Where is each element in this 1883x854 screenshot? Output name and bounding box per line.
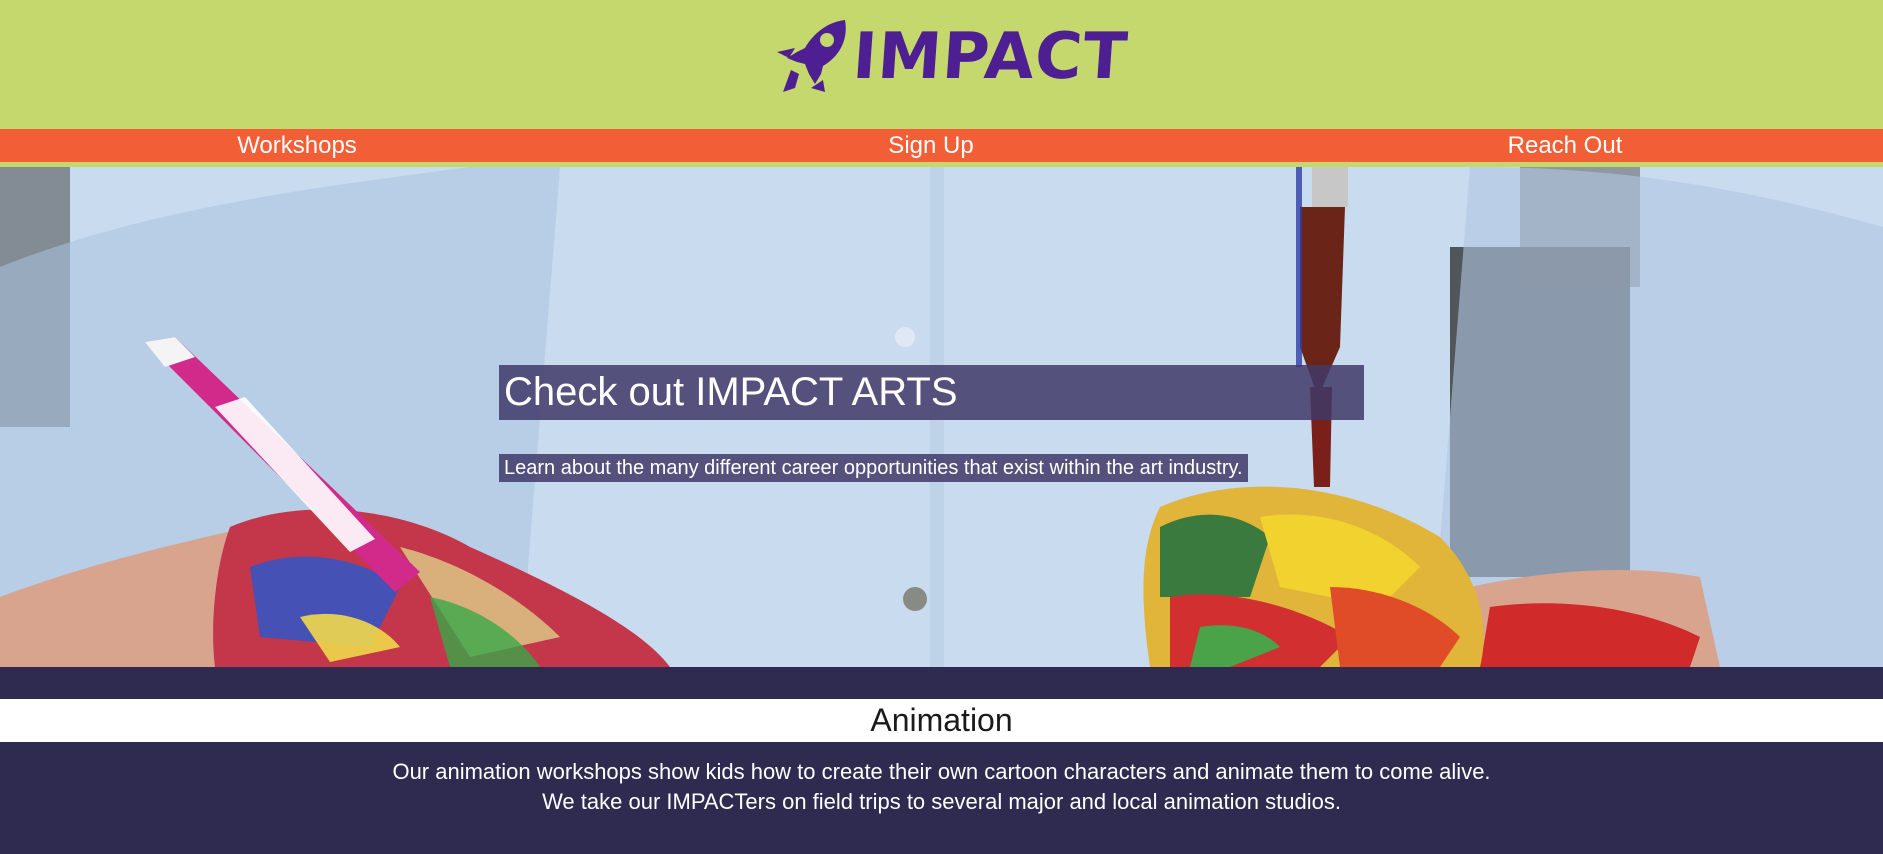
nav-item-workshops[interactable]: Workshops xyxy=(237,129,357,162)
hero-subtitle: Learn about the many different career op… xyxy=(504,457,1243,479)
site-header: IMPACT xyxy=(0,0,1883,129)
section-spacer xyxy=(0,667,1883,699)
hero-banner: Check out IMPACT ARTS Learn about the ma… xyxy=(0,167,1883,667)
logo-wordmark: IMPACT xyxy=(850,20,1131,94)
section-title: Animation xyxy=(870,702,1013,738)
site-logo[interactable]: IMPACT xyxy=(775,18,1131,96)
main-nav: Workshops Sign Up Reach Out xyxy=(0,129,1883,162)
section-text-line: Our animation workshops show kids how to… xyxy=(392,759,1491,784)
section-text-line: We take our IMPACTers on field trips to … xyxy=(542,789,1341,814)
hero-title: Check out IMPACT ARTS xyxy=(504,370,958,414)
section-title-bar: Animation xyxy=(0,699,1883,742)
rocket-icon xyxy=(777,20,846,92)
hero-title-box: Check out IMPACT ARTS xyxy=(499,365,1364,420)
hero-subtitle-box: Learn about the many different career op… xyxy=(499,454,1248,482)
section-body: Our animation workshops show kids how to… xyxy=(0,742,1883,854)
nav-item-reach-out[interactable]: Reach Out xyxy=(1508,129,1623,162)
nav-item-sign-up[interactable]: Sign Up xyxy=(888,129,973,162)
